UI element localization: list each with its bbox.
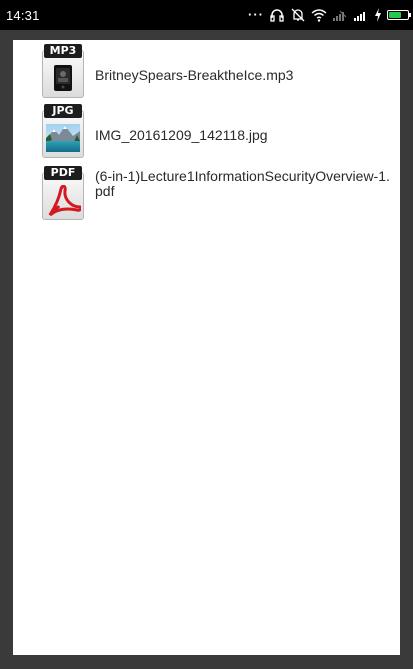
file-type-label: JPG	[44, 104, 82, 118]
mute-icon	[290, 8, 306, 22]
battery-icon	[387, 10, 411, 20]
signal-icon	[353, 8, 369, 22]
charging-icon	[374, 8, 382, 22]
more-dots-icon: ···	[248, 7, 264, 22]
file-type-label: PDF	[44, 166, 82, 180]
status-time: 14:31	[6, 8, 40, 23]
file-picker-dialog: MP3 BritneySpears-BreaktheIce.mp3 JPG IM…	[13, 40, 400, 655]
file-name[interactable]: (6-in-1)Lecture1InformationSecurityOverv…	[95, 169, 393, 199]
pdf-file-icon: PDF	[38, 166, 88, 222]
signal-off-icon	[332, 8, 348, 22]
jpg-file-icon: JPG	[38, 104, 88, 160]
file-type-label: MP3	[44, 44, 82, 58]
status-bar: 14:31 ···	[0, 0, 413, 30]
list-item[interactable]: PDF (6-in-1)Lecture1InformationSecurityO…	[13, 164, 400, 224]
file-name[interactable]: IMG_20161209_142118.jpg	[95, 128, 395, 143]
list-item[interactable]: JPG IMG_20161209_142118.jpg	[13, 102, 400, 162]
list-item[interactable]: MP3 BritneySpears-BreaktheIce.mp3	[13, 44, 400, 102]
headset-icon	[269, 8, 285, 22]
status-icons: ···	[248, 7, 411, 23]
mp3-file-icon: MP3	[38, 44, 88, 100]
file-name[interactable]: BritneySpears-BreaktheIce.mp3	[95, 68, 395, 83]
wifi-icon	[311, 8, 327, 22]
